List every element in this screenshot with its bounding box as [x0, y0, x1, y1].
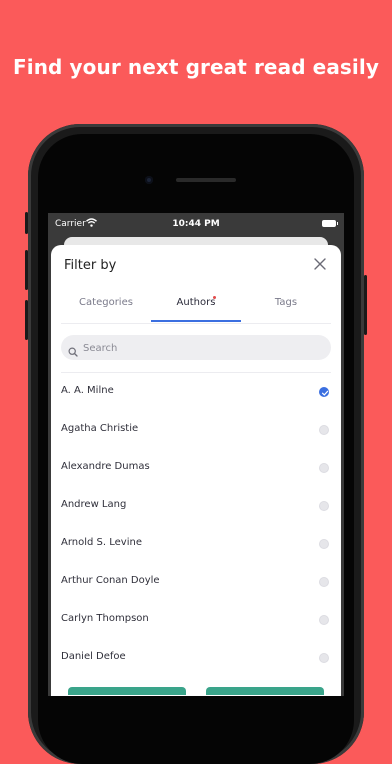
- author-name: Andrew Lang: [61, 499, 127, 510]
- tab-label: Tags: [274, 297, 298, 308]
- author-row-daniel-defoe[interactable]: Daniel Defoe: [51, 639, 341, 677]
- author-checkbox[interactable]: [319, 501, 329, 511]
- tab-tags[interactable]: Tags: [241, 289, 331, 321]
- author-name: Arnold S. Levine: [61, 537, 142, 548]
- author-name: Arthur Conan Doyle: [61, 575, 160, 586]
- close-button[interactable]: [311, 255, 329, 273]
- author-name: Agatha Christie: [61, 423, 139, 434]
- author-name: Alexandre Dumas: [61, 461, 150, 472]
- active-tab-indicator: [151, 320, 241, 322]
- author-row-alexandre-dumas[interactable]: Alexandre Dumas: [51, 449, 341, 487]
- marketing-headline: Find your next great read easily: [13, 55, 379, 79]
- author-checkbox[interactable]: [319, 577, 329, 587]
- phone-screen: Carrier 10:44 PM Filter by Categories Au…: [48, 213, 344, 696]
- filter-sheet: Filter by Categories Authors Tags Search…: [51, 245, 341, 696]
- author-checkbox[interactable]: [319, 463, 329, 473]
- author-row-carlyn-thompson[interactable]: Carlyn Thompson: [51, 601, 341, 639]
- search-input[interactable]: [81, 335, 325, 362]
- search-bar: [61, 335, 331, 362]
- front-camera: [145, 176, 153, 184]
- divider: [61, 323, 331, 324]
- close-icon: [314, 258, 326, 270]
- tab-badge-dot: [213, 296, 216, 299]
- tab-categories[interactable]: Categories: [61, 289, 151, 321]
- filter-tabs: Categories Authors Tags: [61, 289, 331, 323]
- tab-label: Authors: [176, 297, 216, 308]
- author-row-arthur-conan-doyle[interactable]: Arthur Conan Doyle: [51, 563, 341, 601]
- apply-button[interactable]: [206, 687, 324, 695]
- sheet-title: Filter by: [64, 258, 117, 273]
- earpiece-speaker: [176, 178, 236, 182]
- author-row-a-a-milne[interactable]: A. A. Milne: [51, 373, 341, 411]
- author-checkbox[interactable]: [319, 615, 329, 625]
- battery-icon: [322, 220, 338, 227]
- author-checkbox[interactable]: [319, 425, 329, 435]
- author-checkbox[interactable]: [319, 539, 329, 549]
- phone-power-button: [364, 275, 367, 335]
- tab-authors[interactable]: Authors: [151, 289, 241, 321]
- author-checkbox[interactable]: [319, 387, 329, 397]
- author-row-agatha-christie[interactable]: Agatha Christie: [51, 411, 341, 449]
- clock-time: 10:44 PM: [172, 219, 220, 229]
- status-bar: Carrier 10:44 PM: [48, 213, 344, 235]
- tab-label: Categories: [79, 297, 133, 308]
- author-checkbox[interactable]: [319, 653, 329, 663]
- author-row-andrew-lang[interactable]: Andrew Lang: [51, 487, 341, 525]
- author-row-arnold-s-levine[interactable]: Arnold S. Levine: [51, 525, 341, 563]
- checkmark-icon: [321, 390, 329, 396]
- reset-button[interactable]: [68, 687, 186, 695]
- author-name: A. A. Milne: [61, 385, 114, 396]
- author-name: Carlyn Thompson: [61, 613, 149, 624]
- search-icon: [68, 342, 78, 361]
- author-name: Daniel Defoe: [61, 651, 126, 662]
